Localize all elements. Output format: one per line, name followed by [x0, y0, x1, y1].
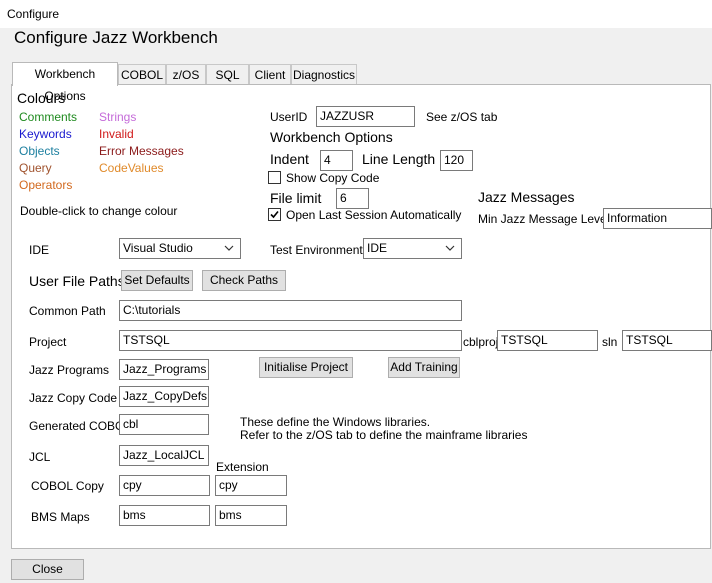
check-paths-button[interactable]: Check Paths: [202, 270, 286, 291]
set-defaults-button[interactable]: Set Defaults: [121, 270, 193, 291]
checkmark-icon: [270, 210, 279, 219]
colour-objects[interactable]: Objects: [19, 144, 60, 158]
show-copy-code-label: Show Copy Code: [286, 171, 380, 185]
tab-workbench-options[interactable]: Workbench Options: [12, 62, 118, 103]
colour-error-messages[interactable]: Error Messages: [99, 144, 184, 158]
open-last-session-label: Open Last Session Automatically: [286, 208, 462, 222]
common-path-input[interactable]: C:\tutorials: [119, 300, 462, 321]
colour-operators[interactable]: Operators: [19, 178, 72, 192]
open-last-session-checkbox[interactable]: [268, 208, 281, 221]
window-title: Configure: [7, 7, 60, 21]
tab-client[interactable]: Client: [249, 64, 291, 84]
close-button[interactable]: Close: [11, 559, 84, 580]
userid-label: UserID: [270, 110, 308, 124]
generated-cobol-label: Generated COBOL: [29, 419, 132, 433]
colour-invalid[interactable]: Invalid: [99, 127, 134, 141]
cobol-copy-input[interactable]: cpy: [119, 475, 210, 496]
tab-zos[interactable]: z/OS: [166, 64, 206, 84]
tab-cobol[interactable]: COBOL: [118, 64, 166, 84]
colour-strings[interactable]: Strings: [99, 110, 136, 124]
jazz-copy-code-input[interactable]: Jazz_CopyDefs: [119, 386, 209, 407]
ide-value: Visual Studio: [123, 241, 193, 255]
userid-input[interactable]: JAZZUSR: [316, 106, 415, 127]
file-limit-input[interactable]: 6: [336, 188, 369, 209]
cobol-copy-label: COBOL Copy: [31, 479, 104, 493]
user-file-paths-heading: User File Paths: [29, 273, 125, 289]
tab-diagnostics[interactable]: Diagnostics: [291, 64, 357, 84]
extension-label: Extension: [216, 460, 269, 474]
title-bar: [0, 0, 712, 28]
info-line-2: Refer to the z/OS tab to define the main…: [240, 428, 528, 442]
jazz-copy-code-label: Jazz Copy Code: [29, 391, 118, 405]
chevron-down-icon: [445, 245, 455, 251]
sln-input[interactable]: TSTSQL: [622, 330, 712, 351]
min-message-level-label: Min Jazz Message Level: [478, 212, 610, 226]
test-env-value: IDE: [367, 241, 388, 255]
ide-label: IDE: [29, 243, 50, 257]
chevron-down-icon: [224, 245, 234, 251]
indent-label: Indent: [270, 151, 309, 167]
colour-codevalues[interactable]: CodeValues: [99, 161, 164, 175]
dialog-heading: Configure Jazz Workbench: [14, 28, 218, 47]
cblproj-label: cblproj: [463, 335, 499, 349]
info-line-1: These define the Windows libraries.: [240, 415, 431, 429]
jazz-messages-heading: Jazz Messages: [478, 189, 575, 205]
line-length-label: Line Length: [362, 151, 436, 167]
jcl-input[interactable]: Jazz_LocalJCL: [119, 445, 209, 466]
colour-query[interactable]: Query: [19, 161, 52, 175]
workbench-options-heading: Workbench Options: [270, 129, 393, 145]
project-input[interactable]: TSTSQL: [119, 330, 462, 351]
initialise-project-button[interactable]: Initialise Project: [259, 357, 353, 378]
bms-maps-label: BMS Maps: [31, 510, 90, 524]
test-env-select[interactable]: IDE: [363, 238, 462, 259]
tab-sql[interactable]: SQL: [206, 64, 249, 84]
line-length-input[interactable]: 120: [440, 150, 473, 171]
bms-maps-input[interactable]: bms: [119, 505, 210, 526]
jazz-programs-input[interactable]: Jazz_Programs: [119, 359, 209, 380]
add-training-button[interactable]: Add Training: [388, 357, 460, 378]
bms-maps-ext-input[interactable]: bms: [215, 505, 287, 526]
jazz-programs-label: Jazz Programs: [29, 363, 110, 377]
ide-select[interactable]: Visual Studio: [119, 238, 241, 259]
cobol-copy-ext-input[interactable]: cpy: [215, 475, 287, 496]
colour-keywords[interactable]: Keywords: [19, 127, 72, 141]
sln-label: sln: [602, 335, 618, 349]
colour-comments[interactable]: Comments: [19, 110, 77, 124]
cblproj-input[interactable]: TSTSQL: [497, 330, 598, 351]
indent-input[interactable]: 4: [320, 150, 353, 171]
file-limit-label: File limit: [270, 190, 322, 206]
test-env-label: Test Environment: [270, 243, 363, 257]
colour-hint: Double-click to change colour: [20, 204, 178, 218]
project-label: Project: [29, 335, 67, 349]
common-path-label: Common Path: [29, 304, 106, 318]
show-copy-code-checkbox[interactable]: [268, 171, 281, 184]
generated-cobol-input[interactable]: cbl: [119, 414, 209, 435]
min-message-level-select[interactable]: Information: [603, 208, 712, 229]
jcl-label: JCL: [29, 450, 51, 464]
userid-note: See z/OS tab: [426, 110, 498, 124]
